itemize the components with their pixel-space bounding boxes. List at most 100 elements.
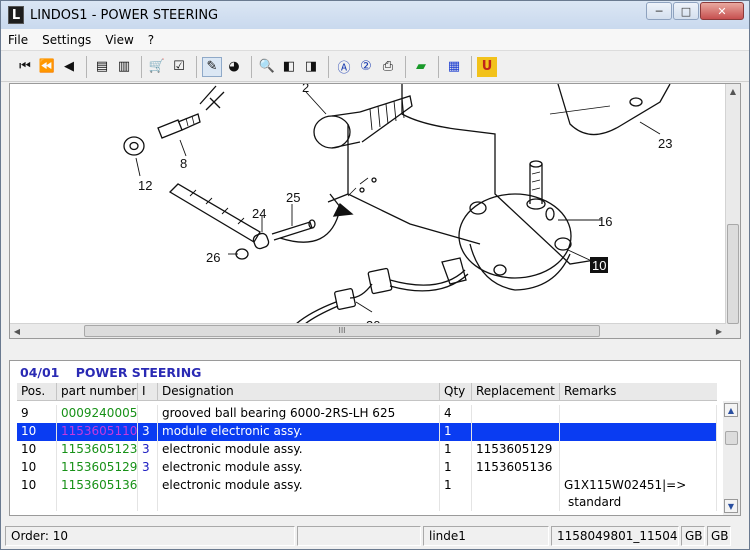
menu-file[interactable]: File — [1, 33, 35, 47]
close-button[interactable]: ✕ — [700, 2, 744, 20]
callout-23[interactable]: 23 — [658, 136, 672, 151]
exploded-parts-drawing[interactable]: 223812162524261030 ▲ ◀ III ▶ — [9, 83, 741, 339]
callout-25[interactable]: 25 — [286, 190, 300, 205]
toolbar: ⏮ ⏪ ◀ ▤ ▥ 🛒 ☑ ✎ ◕ 🔍 ◧ ◨ Ⓐ ② ⎙ ▰ ▦ U — [1, 52, 749, 82]
cell-remarks: G1X115W02451|=> standard — [560, 477, 717, 511]
menu-view[interactable]: View — [98, 33, 140, 47]
parts-list-panel: 04/01 POWER STEERING Pos. part number I … — [9, 360, 741, 516]
table-row[interactable]: 10 1153605110 3 module electronic assy. 1 — [17, 423, 717, 441]
status-language-2: GB — [707, 526, 731, 546]
cell-remarks — [560, 441, 717, 459]
toolbar-separator — [141, 55, 142, 78]
callout-12[interactable]: 12 — [138, 178, 152, 193]
callout-8[interactable]: 8 — [180, 156, 187, 171]
user-icon[interactable]: U — [477, 56, 497, 77]
status-blank — [297, 526, 421, 546]
page-fit-icon[interactable]: ◧ — [279, 57, 299, 77]
status-bar: Order: 10 linde1 1158049801_1150421 GB G… — [1, 523, 749, 549]
table-row[interactable]: 10 1153605123 3 electronic module assy. 1 115… — [17, 441, 717, 459]
col-designation[interactable]: Designation — [158, 383, 440, 400]
drawing-vscroll-thumb[interactable] — [727, 224, 739, 324]
cell-ind — [138, 405, 158, 423]
layout-icon[interactable]: ▦ — [444, 57, 464, 77]
parts-vscroll-thumb[interactable] — [725, 431, 738, 445]
cell-replacement: 1153605136 — [472, 459, 560, 477]
cell-designation: electronic module assy. — [158, 441, 440, 459]
table-row[interactable]: 10 1153605129 3 electronic module assy. 1 115… — [17, 459, 717, 477]
cell-designation: electronic module assy. — [158, 459, 440, 477]
cell-pos: 10 — [17, 477, 57, 511]
marker-icon[interactable]: ✎ — [202, 56, 222, 77]
group-name: POWER STEERING — [75, 365, 202, 380]
col-indicator[interactable]: I — [138, 383, 158, 400]
back-book-icon[interactable]: ▤ — [92, 57, 112, 77]
forward-book-icon[interactable]: ▥ — [114, 57, 134, 77]
title-bar: L LINDOS1 - POWER STEERING ─ □ ✕ — [1, 1, 749, 29]
book-icon[interactable]: ▰ — [411, 57, 431, 77]
cell-part: 1153605136 — [57, 477, 138, 511]
callout-10[interactable]: 10 — [592, 258, 606, 273]
cell-designation: module electronic assy. — [158, 423, 440, 441]
drawing-vertical-scrollbar[interactable]: ▲ — [725, 84, 740, 338]
zoom-icon[interactable]: 🔍 — [257, 57, 277, 77]
parts-vertical-scrollbar[interactable]: ▲ ▼ — [723, 401, 740, 515]
menu-bar: File Settings View ? — [1, 29, 749, 51]
parts-drawing-svg: 223812162524261030 — [123, 84, 672, 324]
callout-16[interactable]: 16 — [598, 214, 612, 229]
status-order: Order: 10 — [5, 526, 295, 546]
col-remarks[interactable]: Remarks — [560, 383, 717, 400]
panel-splitter[interactable] — [1, 340, 749, 356]
drawing-hscroll-thumb[interactable]: III — [84, 325, 600, 337]
toolbar-separator — [86, 55, 87, 78]
maximize-button[interactable]: □ — [673, 2, 699, 20]
scroll-left-icon[interactable]: ◀ — [10, 324, 24, 338]
callout-2[interactable]: 2 — [302, 84, 309, 95]
cell-pos: 10 — [17, 459, 57, 477]
col-part-number[interactable]: part number — [57, 383, 138, 400]
search-2-icon[interactable]: ② — [356, 57, 376, 77]
table-row[interactable]: 10 1153605136 electronic module assy. 1 G1X1… — [17, 477, 717, 511]
remarks-line-2: standard — [568, 495, 622, 509]
group-code: 04/01 — [20, 365, 60, 380]
parts-table-body: 9 0009240005 grooved ball bearing 6000-2RS… — [17, 405, 717, 511]
callout-24[interactable]: 24 — [252, 206, 266, 221]
cell-pos: 9 — [17, 405, 57, 423]
col-qty[interactable]: Qty — [440, 383, 472, 400]
cell-pos: 10 — [17, 423, 57, 441]
cell-replacement — [472, 477, 560, 511]
scroll-right-icon[interactable]: ▶ — [712, 324, 726, 338]
remarks-line-1: G1X115W02451|=> — [564, 478, 687, 492]
cell-qty: 1 — [440, 423, 472, 441]
drawing-horizontal-scrollbar[interactable]: ◀ III ▶ — [10, 323, 726, 338]
page-width-icon[interactable]: ◨ — [301, 57, 321, 77]
scroll-up-icon[interactable]: ▲ — [726, 84, 740, 98]
cell-remarks — [560, 405, 717, 423]
group-heading: 04/01 POWER STEERING — [20, 365, 213, 380]
cell-qty: 1 — [440, 441, 472, 459]
order-list-icon[interactable]: ☑ — [169, 57, 189, 77]
col-replacement[interactable]: Replacement — [472, 383, 560, 400]
col-pos[interactable]: Pos. — [17, 383, 57, 400]
cell-part: 0009240005 — [57, 405, 138, 423]
search-a-icon[interactable]: Ⓐ — [334, 57, 354, 77]
first-page-icon[interactable]: ⏮ — [15, 57, 35, 77]
print-icon[interactable]: ⎙ — [378, 57, 398, 77]
parts-scroll-down-icon[interactable]: ▼ — [724, 499, 738, 513]
cell-ind: 3 — [138, 423, 158, 441]
cell-ind — [138, 477, 158, 511]
callout-26[interactable]: 26 — [206, 250, 220, 265]
previous-fast-icon[interactable]: ⏪ — [37, 57, 57, 77]
cart-icon[interactable]: 🛒 — [147, 57, 167, 77]
minimize-button[interactable]: ─ — [646, 2, 672, 20]
table-row[interactable]: 9 0009240005 grooved ball bearing 6000-2RS… — [17, 405, 717, 423]
cell-remarks — [560, 423, 717, 441]
parts-scroll-up-icon[interactable]: ▲ — [724, 403, 738, 417]
previous-icon[interactable]: ◀ — [59, 57, 79, 77]
cell-replacement: 1153605129 — [472, 441, 560, 459]
menu-settings[interactable]: Settings — [35, 33, 98, 47]
menu-help[interactable]: ? — [141, 33, 161, 47]
toolbar-separator — [251, 55, 252, 78]
globe-icon[interactable]: ◕ — [224, 57, 244, 77]
window-title: LINDOS1 - POWER STEERING — [30, 7, 219, 23]
status-reference: 1158049801_1150421 — [551, 526, 679, 546]
